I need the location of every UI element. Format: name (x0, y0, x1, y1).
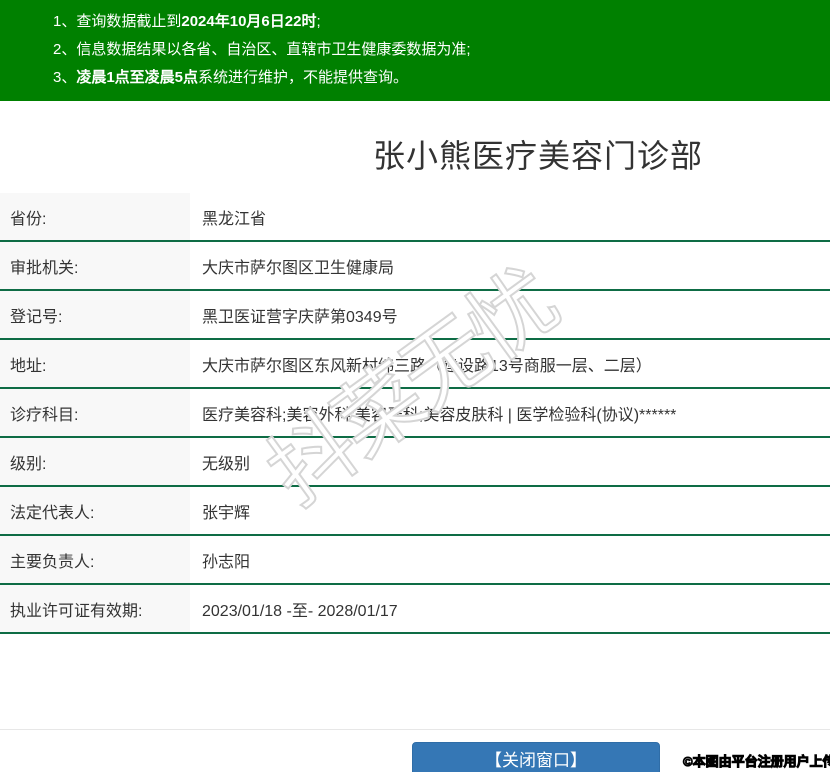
notice-number: 3、 (53, 69, 77, 86)
notice-text-bold: 2024年10月6日22时 (181, 13, 317, 30)
notice-text: 系统进行维护，不能提供查询。 (198, 69, 409, 86)
table-row: 省份: 黑龙江省 (0, 193, 830, 242)
close-window-button[interactable]: 【关闭窗口】 (412, 742, 660, 772)
row-value: 大庆市萨尔图区东风新村纬三路（建设路13号商服一层、二层） (202, 357, 652, 375)
row-label: 地址: (0, 340, 190, 387)
row-label: 省份: (0, 193, 190, 240)
table-row: 登记号: 黑卫医证营字庆萨第0349号 (0, 291, 830, 340)
table-row: 地址: 大庆市萨尔图区东风新村纬三路（建设路13号商服一层、二层） (0, 340, 830, 389)
notice-text: 信息数据结果以各省、自治区、直辖市卫生健康委数据为准; (76, 41, 471, 58)
copyright-watermark: ©本图由平台注册用户上传 (683, 754, 830, 770)
table-row: 级别: 无级别 (0, 438, 830, 487)
row-value: 孙志阳 (202, 553, 251, 571)
row-label: 级别: (0, 438, 190, 485)
table-row: 执业许可证有效期: 2023/01/18 -至- 2028/01/17 (0, 585, 830, 634)
table-row: 主要负责人: 孙志阳 (0, 536, 830, 585)
notice-line-3: 3、凌晨1点至凌晨5点系统进行维护，不能提供查询。 (53, 64, 810, 92)
row-label: 法定代表人: (0, 487, 190, 534)
title-row: 张小熊医疗美容门诊部 (0, 137, 830, 175)
row-value: 2023/01/18 -至- 2028/01/17 (202, 602, 398, 620)
row-label: 主要负责人: (0, 536, 190, 583)
row-value: 张宇辉 (202, 504, 251, 522)
row-value: 无级别 (202, 455, 251, 473)
row-value: 大庆市萨尔图区卫生健康局 (202, 259, 395, 277)
table-row: 审批机关: 大庆市萨尔图区卫生健康局 (0, 242, 830, 291)
notice-number: 1、 (53, 13, 77, 30)
row-label: 诊疗科目: (0, 389, 190, 436)
table-row: 诊疗科目: 医疗美容科;美容外科;美容牙科;美容皮肤科 | 医学检验科(协议)**… (0, 389, 830, 438)
info-table: 省份: 黑龙江省 审批机关: 大庆市萨尔图区卫生健康局 登记号: 黑卫医证营字庆萨第034… (0, 193, 830, 634)
notice-number: 2、 (53, 41, 77, 58)
row-label: 审批机关: (0, 242, 190, 289)
table-row: 法定代表人: 张宇辉 (0, 487, 830, 536)
notice-text: 查询数据截止到 (76, 13, 182, 30)
notice-line-1: 1、查询数据截止到2024年10月6日22时; (53, 8, 810, 36)
notice-line-2: 2、信息数据结果以各省、自治区、直辖市卫生健康委数据为准; (53, 36, 810, 64)
query-result-page: 1、查询数据截止到2024年10月6日22时; 2、信息数据结果以各省、自治区、… (0, 0, 830, 772)
page-title: 张小熊医疗美容门诊部 (372, 138, 703, 174)
row-value: 黑龙江省 (202, 210, 267, 228)
row-value: 黑卫医证营字庆萨第0349号 (202, 308, 398, 326)
footer-divider (0, 729, 830, 730)
row-value: 医疗美容科;美容外科;美容牙科;美容皮肤科 | 医学检验科(协议)****** (202, 406, 677, 424)
row-label: 执业许可证有效期: (0, 585, 190, 632)
row-label: 登记号: (0, 291, 190, 338)
notice-text-bold: 凌晨1点至凌晨5点 (76, 69, 199, 86)
notice-text: ; (316, 13, 321, 30)
notice-banner: 1、查询数据截止到2024年10月6日22时; 2、信息数据结果以各省、自治区、… (0, 0, 830, 101)
